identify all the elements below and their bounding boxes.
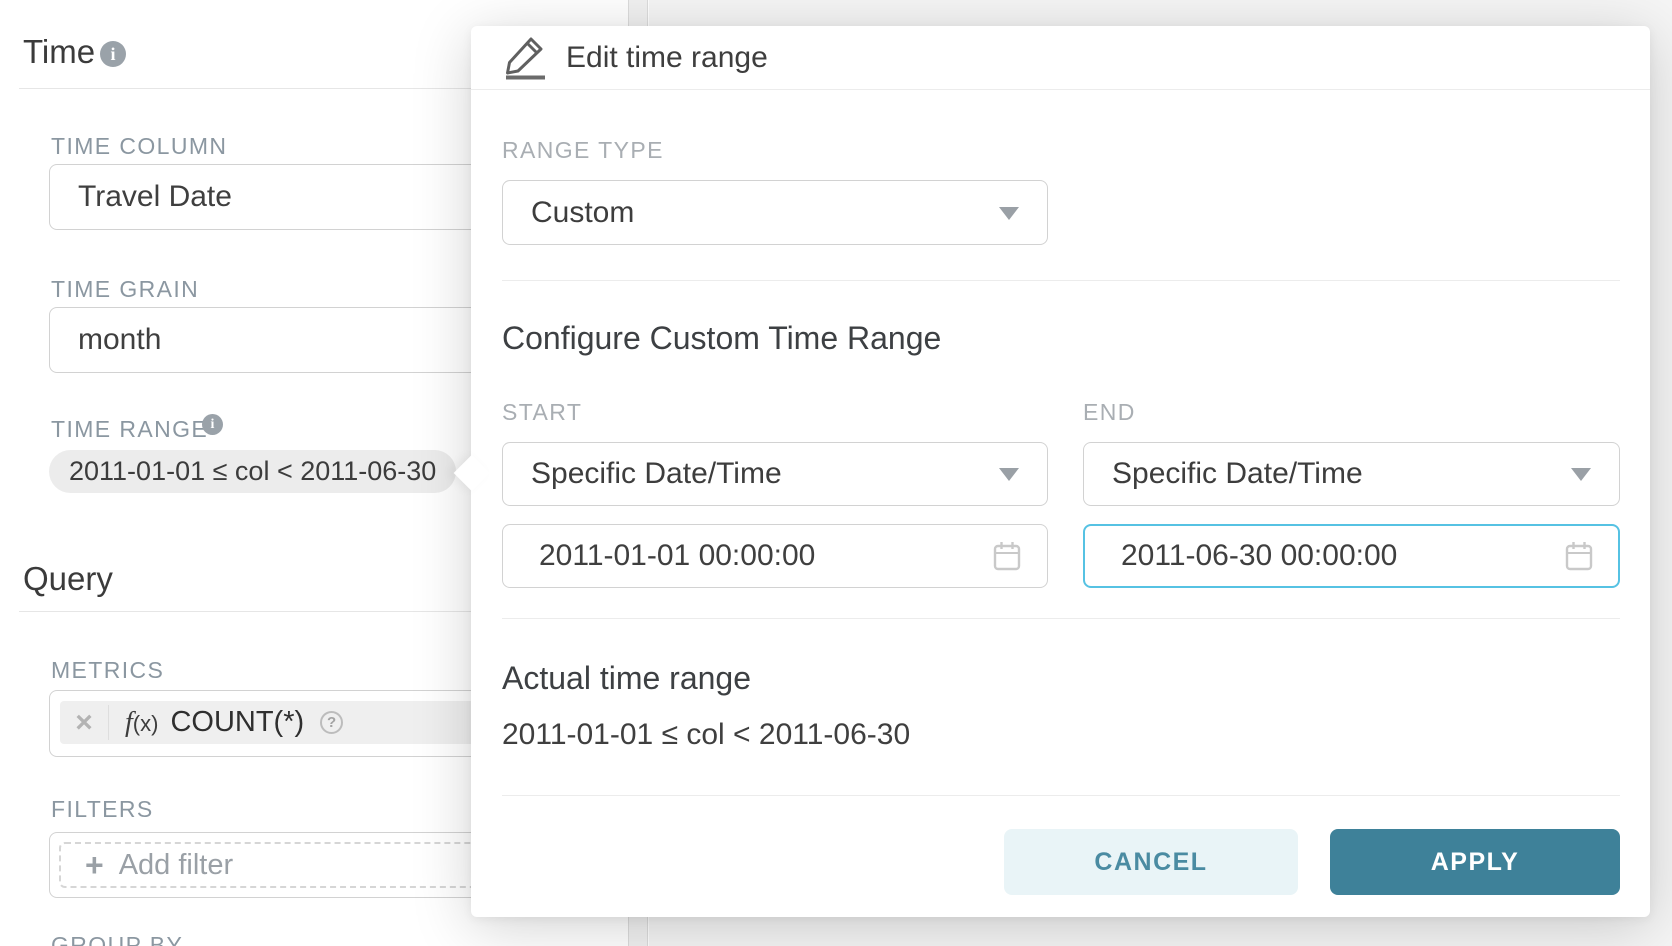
time-column-label: TIME COLUMN: [51, 133, 227, 160]
actual-time-range-heading: Actual time range: [502, 660, 751, 697]
end-type-value: Specific Date/Time: [1112, 443, 1363, 505]
divider: [502, 618, 1620, 619]
help-icon[interactable]: ?: [320, 711, 343, 734]
time-column-value: Travel Date: [78, 165, 232, 229]
divider: [502, 795, 1620, 796]
add-filter-label: Add filter: [119, 849, 233, 882]
query-section-title: Query: [23, 560, 113, 598]
configure-heading: Configure Custom Time Range: [502, 320, 941, 357]
start-datetime-input[interactable]: [502, 524, 1048, 588]
metrics-label: METRICS: [51, 657, 164, 684]
time-range-pill[interactable]: 2011-01-01 ≤ col < 2011-06-30: [49, 450, 456, 493]
info-icon[interactable]: i: [202, 414, 223, 435]
end-type-select[interactable]: Specific Date/Time: [1083, 442, 1620, 506]
chip-divider: [108, 705, 109, 740]
start-type-select[interactable]: Specific Date/Time: [502, 442, 1048, 506]
time-grain-value: month: [78, 308, 161, 372]
popover-title: Edit time range: [566, 26, 768, 89]
info-icon[interactable]: i: [100, 41, 126, 67]
start-datetime-wrap: [502, 524, 1048, 588]
time-section-title: Time: [23, 33, 95, 71]
time-range-label: TIME RANGE: [51, 416, 208, 443]
range-type-label: RANGE TYPE: [502, 137, 664, 164]
edit-time-range-popover: Edit time range RANGE TYPE Custom Config…: [471, 26, 1650, 917]
actual-time-range-value: 2011-01-01 ≤ col < 2011-06-30: [502, 718, 910, 752]
metric-name: COUNT(*): [170, 706, 304, 739]
fx-args: (x): [133, 711, 159, 736]
divider: [502, 280, 1620, 281]
divider: [471, 89, 1650, 90]
fx-f: f: [125, 707, 133, 738]
group-by-label: GROUP BY: [51, 932, 183, 946]
end-label: END: [1083, 399, 1136, 426]
pencil-edit-icon: [504, 36, 546, 80]
apply-button[interactable]: APPLY: [1330, 829, 1620, 895]
end-datetime-input[interactable]: [1083, 524, 1620, 588]
chevron-down-icon: [1571, 468, 1591, 481]
start-label: START: [502, 399, 582, 426]
filters-label: FILTERS: [51, 796, 154, 823]
remove-metric-icon[interactable]: ×: [60, 706, 108, 740]
plus-icon: +: [85, 849, 104, 881]
explore-page: Time i TIME COLUMN Travel Date TIME GRAI…: [0, 0, 1672, 946]
chevron-down-icon: [999, 468, 1019, 481]
start-type-value: Specific Date/Time: [531, 443, 782, 505]
chevron-down-icon: [999, 207, 1019, 220]
range-type-value: Custom: [531, 181, 634, 244]
end-datetime-wrap: [1083, 524, 1620, 588]
popover-header: Edit time range: [471, 26, 1650, 89]
function-icon: f(x): [125, 707, 158, 739]
range-type-select[interactable]: Custom: [502, 180, 1048, 245]
time-grain-label: TIME GRAIN: [51, 276, 199, 303]
cancel-button[interactable]: CANCEL: [1004, 829, 1298, 895]
